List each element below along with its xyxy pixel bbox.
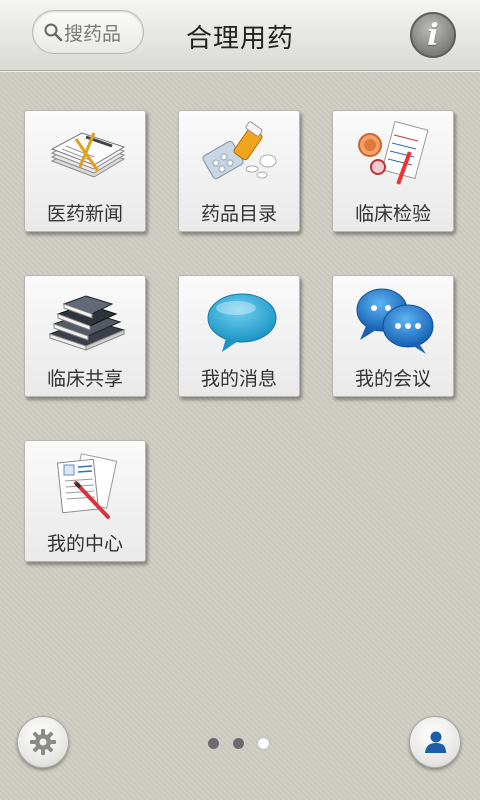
page-indicator xyxy=(208,738,269,749)
tile-clinical-share[interactable]: 临床共享 xyxy=(24,275,146,397)
settings-button[interactable] xyxy=(17,716,69,768)
tile-label: 医药新闻 xyxy=(46,203,123,225)
info-icon: i xyxy=(427,17,439,53)
user-icon xyxy=(425,731,446,753)
tile-my-meetings[interactable]: 我的会议 xyxy=(332,275,454,397)
tile-drug-catalog[interactable]: 药品目录 xyxy=(178,110,300,232)
tile-label: 临床检验 xyxy=(354,203,431,225)
tile-label: 药品目录 xyxy=(200,203,277,225)
message-bubble-icon xyxy=(207,293,277,352)
page-dot[interactable] xyxy=(208,738,219,749)
newspaper-icon xyxy=(50,132,126,178)
page-dot-active[interactable] xyxy=(258,738,269,749)
tile-label: 临床共享 xyxy=(46,368,123,390)
gear-icon xyxy=(30,729,56,755)
books-icon xyxy=(48,295,126,351)
info-button[interactable]: i xyxy=(410,12,456,58)
lab-test-icon xyxy=(358,121,429,185)
top-bar: 搜药品 合理用药 i xyxy=(0,0,480,71)
profile-button[interactable] xyxy=(409,716,461,768)
medicine-icon xyxy=(202,121,277,180)
tile-label: 我的中心 xyxy=(46,533,123,555)
tile-my-messages[interactable]: 我的消息 xyxy=(178,275,300,397)
tile-my-center[interactable]: 我的中心 xyxy=(24,440,146,562)
page-dot[interactable] xyxy=(233,738,244,749)
chat-bubbles-icon xyxy=(356,288,434,354)
tile-label: 我的会议 xyxy=(354,368,431,390)
page-title: 合理用药 xyxy=(185,24,294,54)
medical-forms-icon xyxy=(56,453,118,519)
tile-clinical-tests[interactable]: 临床检验 xyxy=(332,110,454,232)
tile-label: 我的消息 xyxy=(200,368,277,390)
tile-medical-news[interactable]: 医药新闻 xyxy=(24,110,146,232)
